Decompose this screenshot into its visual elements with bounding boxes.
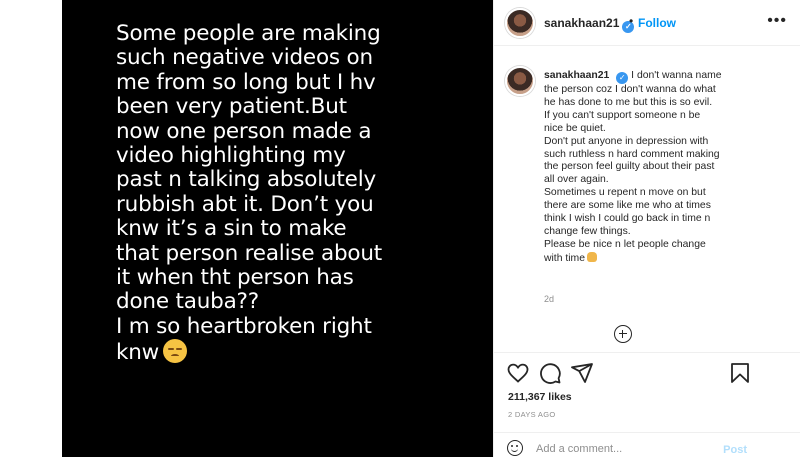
caption-line: think I wish I could go back in time n bbox=[544, 213, 711, 225]
story-text-body: Some people are making such negative vid… bbox=[116, 21, 383, 366]
post-comment-button[interactable]: Post bbox=[723, 444, 747, 456]
caption-line-first: sanakhaan21 ✓ I don't wanna name bbox=[544, 70, 794, 84]
caption-age[interactable]: 2d bbox=[544, 294, 554, 304]
follow-button[interactable]: Follow bbox=[638, 16, 676, 30]
caption-line: Please be nice n let people change bbox=[544, 238, 706, 250]
add-comment-bar: Post bbox=[494, 432, 800, 457]
comment-icon[interactable] bbox=[538, 361, 562, 385]
folded-hands-emoji-icon bbox=[587, 251, 597, 262]
story-text: Some people are making such negative vid… bbox=[116, 21, 476, 366]
caption-line: nice be quiet. bbox=[544, 122, 606, 134]
caption-line: there are some like me who at times bbox=[544, 200, 711, 212]
caption-line: I don't wanna name bbox=[631, 70, 722, 81]
header-username-text[interactable]: sanakhaan21 bbox=[544, 16, 619, 30]
caption-line: change few things. bbox=[544, 225, 631, 237]
heart-icon[interactable] bbox=[506, 361, 530, 385]
caption-avatar[interactable] bbox=[505, 66, 535, 96]
caption-line: all over again. bbox=[544, 174, 609, 186]
caption-username[interactable]: sanakhaan21 bbox=[544, 70, 609, 81]
post-actions: 211,367 likes 2 DAYS AGO bbox=[494, 352, 800, 432]
save-icon[interactable] bbox=[728, 361, 752, 385]
profile-avatar[interactable] bbox=[505, 8, 535, 38]
header-username[interactable]: sanakhaan21 ✓ bbox=[544, 16, 635, 33]
likes-count[interactable]: 211,367 likes bbox=[508, 391, 572, 403]
caption-line: with time bbox=[544, 252, 585, 264]
caption-line: the person feel guilty about their past bbox=[544, 161, 715, 173]
action-icons-row bbox=[494, 361, 800, 387]
verified-badge-icon: ✓ bbox=[616, 72, 629, 84]
comments-area: sanakhaan21 ✓ I don't wanna name the pers… bbox=[494, 60, 800, 356]
post-header: sanakhaan21 ✓ • Follow ••• bbox=[494, 0, 800, 46]
pensive-face-emoji-icon bbox=[163, 339, 188, 364]
more-options-icon[interactable]: ••• bbox=[767, 12, 787, 30]
comment-input[interactable] bbox=[536, 441, 726, 457]
emoji-smile-icon[interactable] bbox=[507, 440, 523, 456]
caption-line: he has done to me but this is so evil. bbox=[544, 96, 713, 108]
post-side-panel: sanakhaan21 ✓ • Follow ••• sanakhaan21 ✓ I… bbox=[493, 0, 800, 457]
post-media[interactable]: Some people are making such negative vid… bbox=[62, 0, 493, 457]
caption-line-last: with time bbox=[544, 251, 794, 266]
caption-line: If you can't support someone n be bbox=[544, 109, 701, 121]
post-caption: sanakhaan21 ✓ I don't wanna name the pers… bbox=[544, 70, 794, 266]
load-more-comments-icon[interactable] bbox=[614, 325, 632, 343]
caption-line: the person coz I don't wanna do what bbox=[544, 84, 716, 95]
left-background bbox=[0, 0, 62, 457]
caption-line: Sometimes u repent n move on but bbox=[544, 187, 706, 199]
share-icon[interactable] bbox=[570, 361, 594, 385]
caption-line: such ruthless n hard comment making bbox=[544, 148, 720, 160]
caption-line: Don't put anyone in depression with bbox=[544, 135, 709, 147]
post-date[interactable]: 2 DAYS AGO bbox=[508, 410, 555, 419]
header-separator-dot: • bbox=[629, 14, 634, 28]
